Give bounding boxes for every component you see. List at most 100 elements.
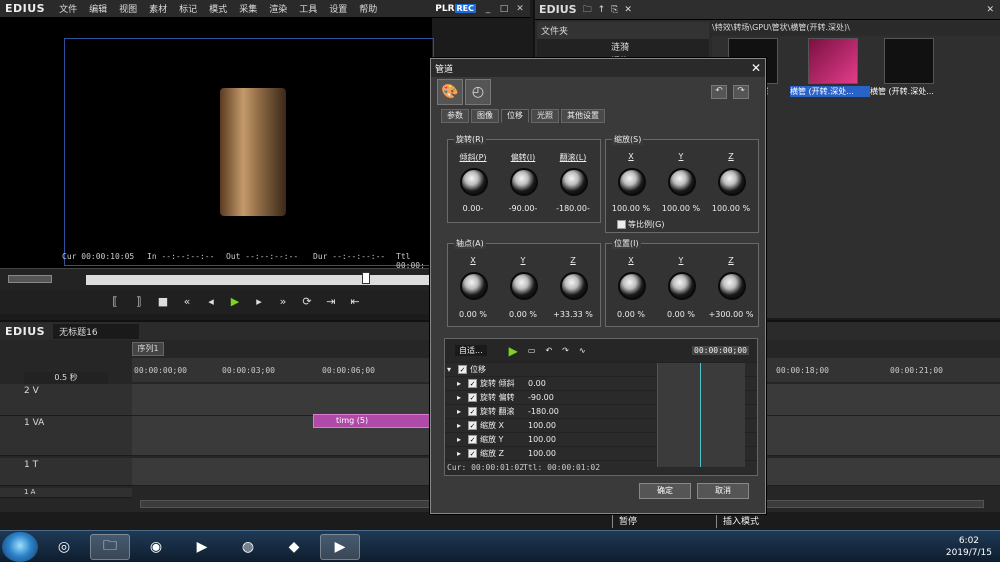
play-icon[interactable]: ▶ [226, 293, 244, 311]
knob-value[interactable]: 0.00- [448, 204, 498, 213]
scale-y-knob[interactable] [668, 168, 696, 196]
row-checkbox[interactable]: ✓ [468, 407, 477, 416]
position-bar[interactable] [86, 275, 432, 285]
rewind-icon[interactable]: « [178, 293, 196, 311]
overwrite-icon[interactable]: ⇤ [346, 293, 364, 311]
menu-help[interactable]: 帮助 [353, 2, 383, 15]
knob-value[interactable]: 0.00 % [448, 310, 498, 319]
knob-value[interactable]: +300.00 % [706, 310, 756, 319]
scale-z-knob[interactable] [718, 168, 746, 196]
row-checkbox[interactable]: ✓ [468, 435, 477, 444]
menu-file[interactable]: 文件 [53, 2, 83, 15]
knob-value[interactable]: 0.00 % [498, 310, 548, 319]
firefox-icon[interactable]: ◉ [136, 534, 176, 560]
position-z-knob[interactable] [718, 272, 746, 300]
tab-params[interactable]: 参数 [441, 109, 469, 123]
pivot-z-knob[interactable] [560, 272, 588, 300]
menu-render[interactable]: 渲染 [263, 2, 293, 15]
system-clock[interactable]: 6:02 2019/7/15 [946, 535, 992, 559]
up-icon[interactable]: ↑ [598, 5, 606, 15]
row-checkbox[interactable]: ✓ [468, 421, 477, 430]
app-icon[interactable]: ◆ [274, 534, 314, 560]
playhead-handle[interactable] [362, 272, 370, 284]
stop-icon[interactable]: ■ [154, 293, 172, 311]
minimize-icon[interactable]: _ [482, 3, 494, 15]
graph-icon[interactable]: ∿ [579, 346, 586, 355]
paint-icon[interactable]: 🎨 [437, 79, 463, 105]
close-icon[interactable]: ✕ [514, 3, 526, 15]
track-header-1a[interactable]: 1 A [0, 488, 132, 498]
knob-value[interactable]: 0.00 % [606, 310, 656, 319]
delete-icon[interactable]: ✕ [624, 5, 632, 15]
menu-marker[interactable]: 标记 [173, 2, 203, 15]
row-checkbox[interactable]: ✓ [468, 379, 477, 388]
dialog-close-icon[interactable]: ✕ [751, 61, 761, 75]
tab-transform[interactable]: 位移 [501, 109, 529, 123]
collapse-icon[interactable]: ▾ [447, 365, 455, 374]
effect-thumbnail-selected[interactable] [808, 38, 858, 84]
menu-edit[interactable]: 编辑 [83, 2, 113, 15]
file-explorer-icon[interactable]: 🗀 [90, 533, 130, 560]
group-checkbox[interactable]: ✓ [458, 365, 467, 374]
player-preview[interactable]: Cur 00:00:10:05 In --:--:--:-- Out --:--… [0, 18, 434, 270]
rec-label[interactable]: REC [454, 4, 476, 13]
knob-value[interactable]: -180.00- [548, 204, 598, 213]
expand-icon[interactable]: ▸ [457, 379, 465, 388]
yaw-knob[interactable] [510, 168, 538, 196]
position-y-knob[interactable] [668, 272, 696, 300]
menu-settings[interactable]: 设置 [323, 2, 353, 15]
row-checkbox[interactable]: ✓ [468, 393, 477, 402]
prev-key-icon[interactable]: ↶ [545, 346, 552, 355]
tree-item[interactable]: 涟漪 [537, 39, 709, 53]
knob-value[interactable]: 0.00 % [656, 310, 706, 319]
redo-icon[interactable]: ↷ [733, 85, 749, 99]
menu-view[interactable]: 视图 [113, 2, 143, 15]
tab-lighting[interactable]: 光照 [531, 109, 559, 123]
next-key-icon[interactable]: ↷ [562, 346, 569, 355]
expand-icon[interactable]: ▸ [457, 421, 465, 430]
roll-knob[interactable] [560, 168, 588, 196]
knob-value[interactable]: -90.00- [498, 204, 548, 213]
expand-icon[interactable]: ▸ [457, 407, 465, 416]
step-forward-icon[interactable]: ▸ [250, 293, 268, 311]
gauge-icon[interactable]: ◴ [465, 79, 491, 105]
pitch-knob[interactable] [460, 168, 488, 196]
expand-icon[interactable]: ▸ [457, 449, 465, 458]
menu-tools[interactable]: 工具 [293, 2, 323, 15]
row-value[interactable]: 100.00 [528, 421, 556, 430]
row-checkbox[interactable]: ✓ [468, 449, 477, 458]
zoom-level[interactable]: 0.5 秒 [24, 372, 108, 384]
expand-icon[interactable]: ▸ [457, 435, 465, 444]
scrub-bar[interactable] [0, 268, 432, 290]
shuttle-slider[interactable] [8, 275, 52, 283]
bin-close-icon[interactable]: ✕ [986, 5, 994, 15]
menu-clip[interactable]: 素材 [143, 2, 173, 15]
ok-button[interactable]: 确定 [639, 483, 691, 499]
row-value[interactable]: -90.00 [528, 393, 554, 402]
row-value[interactable]: 100.00 [528, 435, 556, 444]
set-in-icon[interactable]: ⟦ [106, 293, 124, 311]
track-header-2v[interactable]: 2 V [0, 384, 132, 416]
start-button[interactable] [2, 531, 38, 562]
maximize-icon[interactable]: □ [498, 3, 510, 15]
monitor-icon[interactable]: ▭ [528, 346, 536, 355]
pivot-x-knob[interactable] [460, 272, 488, 300]
track-header-1t[interactable]: 1 T [0, 458, 132, 486]
plr-label[interactable]: PLR [435, 4, 454, 14]
project-name[interactable]: 无标题16 [53, 323, 140, 339]
position-x-knob[interactable] [618, 272, 646, 300]
insert-icon[interactable]: ⇥ [322, 293, 340, 311]
keyframe-mode[interactable]: 自适... [455, 345, 487, 356]
browser-icon[interactable]: ◍ [228, 534, 268, 560]
knob-value[interactable]: 100.00 % [656, 204, 706, 213]
pivot-y-knob[interactable] [510, 272, 538, 300]
undo-icon[interactable]: ↶ [711, 85, 727, 99]
row-value[interactable]: 0.00 [528, 379, 546, 388]
tab-image[interactable]: 图像 [471, 109, 499, 123]
edius-icon[interactable]: ▶ [182, 534, 222, 560]
knob-value[interactable]: 100.00 % [606, 204, 656, 213]
media-player-icon[interactable]: ◎ [44, 534, 84, 560]
play-icon[interactable]: ▶ [509, 344, 518, 358]
step-back-icon[interactable]: ◂ [202, 293, 220, 311]
menu-mode[interactable]: 模式 [203, 2, 233, 15]
